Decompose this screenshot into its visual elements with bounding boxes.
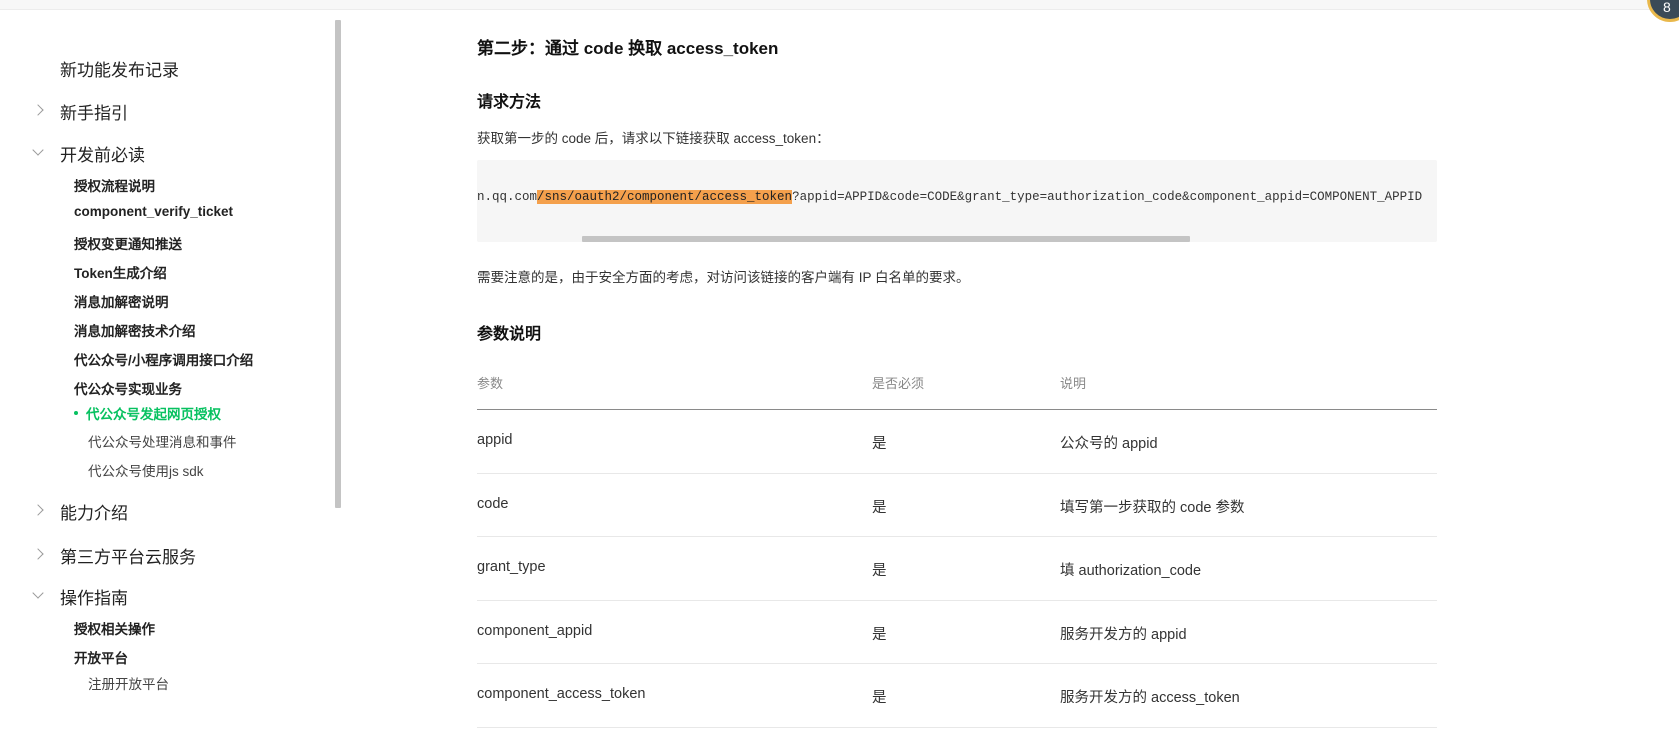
table-row: component_appid 是 服务开发方的 appid — [477, 601, 1437, 664]
url-highlight: /sns/oauth2/component/access_token — [537, 190, 793, 204]
table-row: appid 是 公众号的 appid — [477, 410, 1437, 474]
sidebar-item-auth-ops[interactable]: 授权相关操作 — [74, 618, 155, 638]
header-param: 参数 — [477, 376, 504, 391]
params-table: 参数 是否必须 说明 appid 是 公众号的 appid code 是 填写第… — [477, 365, 1437, 728]
sidebar-item-auth-flow[interactable]: 授权流程说明 — [74, 175, 155, 195]
param-name: grant_type — [477, 559, 546, 575]
request-heading: 请求方法 — [477, 94, 542, 111]
sidebar-item-token-intro[interactable]: Token生成介绍 — [74, 262, 167, 282]
header-required: 是否必须 — [872, 376, 925, 391]
sidebar-item-register-platform[interactable]: 注册开放平台 — [88, 673, 169, 693]
param-description: 填写第一步获取的 code 参数 — [1060, 499, 1245, 516]
sidebar-item-cloud-service[interactable]: 第三方平台云服务 — [60, 543, 196, 568]
request-url: n.qq.com/sns/oauth2/component/access_tok… — [477, 190, 1422, 204]
param-description: 公众号的 appid — [1060, 436, 1158, 452]
top-bar — [0, 0, 1679, 10]
step-title: 第二步：通过 code 换取 access_token — [477, 39, 779, 58]
sidebar-item-biz-impl[interactable]: 代公众号实现业务 — [74, 378, 182, 398]
param-name: code — [477, 495, 509, 512]
param-required: 是 — [872, 626, 887, 643]
table-row: component_access_token 是 服务开发方的 access_t… — [477, 664, 1437, 728]
sidebar-item-msg-events[interactable]: 代公众号处理消息和事件 — [88, 431, 237, 451]
sidebar-item-pre-dev-reading[interactable]: 开发前必读 — [60, 141, 145, 166]
table-row: grant_type 是 填 authorization_code — [477, 537, 1437, 601]
sidebar-item-verify-ticket[interactable]: component_verify_ticket — [74, 204, 233, 219]
sidebar-item-ops-guide[interactable]: 操作指南 — [60, 584, 128, 609]
doc-content: 第二步：通过 code 换取 access_token 请求方法 获取第一步的 … — [477, 10, 1437, 732]
active-dot-icon — [74, 411, 78, 416]
sidebar-item-open-platform[interactable]: 开放平台 — [74, 647, 128, 667]
request-description: 获取第一步的 code 后，请求以下链接获取 access_token： — [477, 131, 830, 146]
sidebar-nav: 新功能发布记录 新手指引 开发前必读 授权流程说明 component_veri… — [0, 10, 345, 732]
sidebar-item-jssdk[interactable]: 代公众号使用js sdk — [88, 460, 204, 480]
param-required: 是 — [872, 436, 887, 452]
params-heading: 参数说明 — [477, 326, 542, 343]
param-required: 是 — [872, 499, 887, 516]
sidebar-item-msg-crypto-tech[interactable]: 消息加解密技术介绍 — [74, 320, 196, 340]
param-name: appid — [477, 432, 513, 448]
user-avatar[interactable]: 8 — [1647, 0, 1679, 22]
chevron-down-icon[interactable] — [32, 144, 44, 156]
url-prefix: n.qq.com — [477, 190, 538, 204]
header-description: 说明 — [1060, 376, 1087, 391]
param-name: component_access_token — [477, 686, 646, 702]
chevron-right-icon[interactable] — [32, 504, 44, 516]
sidebar-item-auth-change-push[interactable]: 授权变更通知推送 — [74, 233, 182, 253]
sidebar-scrollbar[interactable] — [335, 20, 341, 508]
param-required: 是 — [872, 690, 887, 706]
param-required: 是 — [872, 563, 887, 579]
url-suffix: ?appid=APPID&code=CODE&grant_type=author… — [792, 190, 1423, 204]
sidebar-item-api-proxy[interactable]: 代公众号/小程序调用接口介绍 — [74, 349, 253, 369]
code-block[interactable]: n.qq.com/sns/oauth2/component/access_tok… — [477, 160, 1437, 242]
code-scrollbar[interactable] — [582, 236, 1190, 242]
avatar-glyph: 8 — [1663, 0, 1671, 15]
sidebar-item-label: 代公众号发起网页授权 — [86, 407, 221, 422]
chevron-right-icon[interactable] — [32, 548, 44, 560]
sidebar-item-beginner-guide[interactable]: 新手指引 — [60, 99, 128, 124]
chevron-down-icon[interactable] — [32, 587, 44, 599]
param-description: 填 authorization_code — [1060, 563, 1202, 579]
ip-whitelist-note: 需要注意的是，由于安全方面的考虑，对访问该链接的客户端有 IP 白名单的要求。 — [477, 270, 970, 285]
table-header: 参数 是否必须 说明 — [477, 365, 1437, 410]
table-row: code 是 填写第一步获取的 code 参数 — [477, 474, 1437, 537]
param-description: 服务开发方的 access_token — [1060, 690, 1240, 706]
param-description: 服务开发方的 appid — [1060, 626, 1187, 643]
param-name: component_appid — [477, 622, 593, 639]
sidebar-item-release-notes[interactable]: 新功能发布记录 — [60, 56, 179, 81]
sidebar-item-web-auth-active[interactable]: 代公众号发起网页授权 — [74, 403, 221, 423]
chevron-right-icon[interactable] — [32, 104, 44, 116]
sidebar-item-msg-crypto[interactable]: 消息加解密说明 — [74, 291, 169, 311]
sidebar-item-capabilities[interactable]: 能力介绍 — [60, 499, 128, 524]
